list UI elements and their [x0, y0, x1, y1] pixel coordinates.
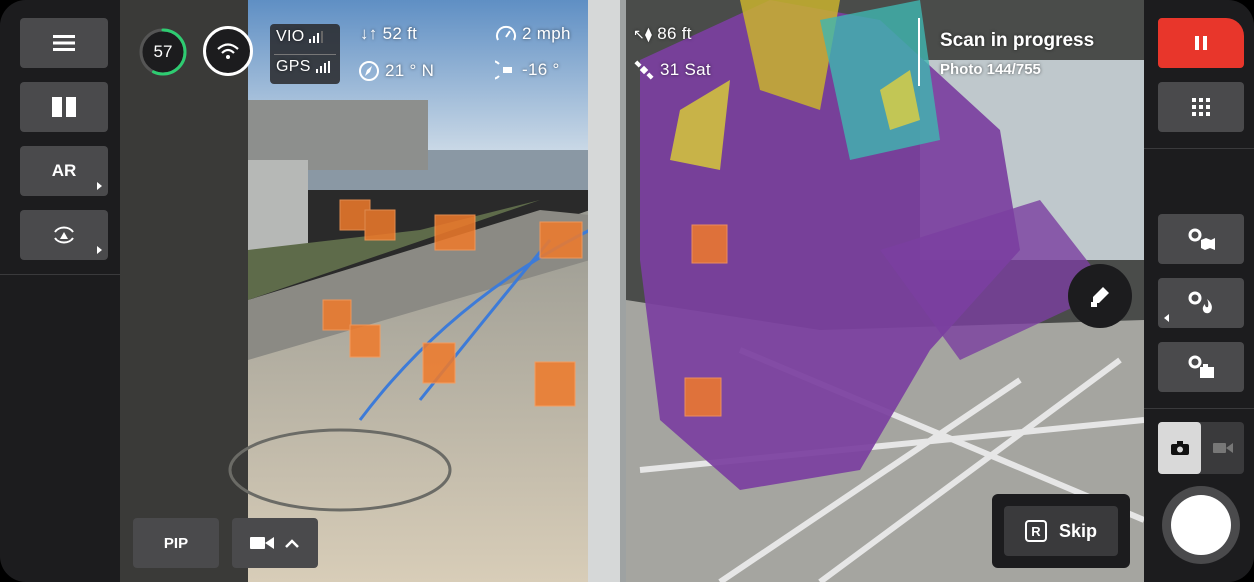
battery-indicator[interactable]: 57: [137, 26, 189, 78]
gear-camera-icon: [1188, 355, 1214, 378]
pip-label: PIP: [163, 534, 189, 552]
video-camera-icon: [1212, 443, 1233, 453]
ar-button[interactable]: AR: [20, 146, 108, 196]
split-view-icon: [52, 97, 76, 117]
hamburger-icon: [53, 35, 75, 51]
submenu-arrow-icon: [97, 246, 102, 254]
scan-status-title: Scan in progress: [940, 30, 1095, 51]
vio-status: VIO: [276, 28, 324, 46]
status-divider: [918, 18, 920, 86]
camera-view[interactable]: [120, 0, 1144, 582]
spotlight-button[interactable]: [1068, 264, 1132, 328]
distance-value: 86 ft: [657, 24, 692, 43]
drone-scan-app: AR 57 VIO GPS ↓↑ 52 ft 21 ° N 2 mph -16 …: [0, 0, 1254, 582]
obstacle-avoidance-icon: [54, 226, 74, 244]
camera-icon: [1170, 441, 1189, 455]
skip-panel: R Skip: [992, 494, 1130, 568]
left-sidebar: AR: [0, 0, 120, 582]
vio-label: VIO: [276, 28, 305, 45]
gps-status: GPS: [276, 58, 330, 76]
gps-label: GPS: [276, 58, 311, 75]
video-mode-button[interactable]: [1201, 422, 1244, 474]
submenu-arrow-icon: [97, 182, 102, 190]
shutter-button[interactable]: [1162, 486, 1240, 564]
satellite-readout: 31 Sat: [633, 60, 711, 80]
split-view-button[interactable]: [20, 82, 108, 132]
menu-button[interactable]: [20, 18, 108, 68]
divider: [274, 54, 336, 55]
video-camera-icon: [250, 537, 274, 549]
height-readout: ↓↑ 52 ft: [360, 24, 417, 44]
shutter-circle: [1171, 495, 1231, 555]
camera-settings-button[interactable]: [1158, 342, 1244, 392]
scan-photo-count: Photo 144/755: [940, 61, 1041, 78]
speed-value: 2 mph: [522, 24, 571, 43]
height-arrows-icon: ↓↑: [360, 24, 378, 43]
skip-label: Skip: [1058, 520, 1097, 541]
video-feed-button[interactable]: [232, 518, 318, 568]
signal-bars-icon: [309, 31, 324, 43]
photo-mode-button[interactable]: [1158, 422, 1201, 474]
heading-value: 21 ° N: [385, 61, 435, 80]
divider: [1144, 148, 1254, 149]
map-settings-button[interactable]: [1158, 214, 1244, 264]
gimbal-tilt-readout: -16 °: [495, 60, 560, 80]
gimbal-icon: [495, 60, 512, 80]
submenu-arrow-icon: [1164, 314, 1169, 322]
tilt-value: -16 °: [522, 60, 560, 79]
heading-readout: 21 ° N: [358, 60, 434, 82]
satellite-icon: [634, 60, 654, 80]
skip-button[interactable]: R Skip: [1004, 506, 1118, 556]
skip-key-badge: R: [1024, 520, 1047, 542]
pause-scan-button[interactable]: [1158, 18, 1244, 68]
positioning-status[interactable]: VIO GPS: [270, 24, 340, 84]
speedometer-icon: [496, 25, 516, 41]
height-value: 52 ft: [382, 24, 418, 43]
gear-flame-icon: [1188, 291, 1212, 314]
right-sidebar: [1144, 0, 1254, 582]
battery-percent: 57: [153, 42, 173, 61]
capture-mode-toggle: [1158, 422, 1244, 474]
ar-label: AR: [51, 161, 77, 180]
fire-settings-button[interactable]: [1158, 278, 1244, 328]
compass-icon: [359, 61, 379, 81]
speed-readout: 2 mph: [495, 24, 571, 44]
divider: [0, 274, 120, 275]
satellite-count: 31 Sat: [660, 60, 711, 79]
signal-bars-icon: [315, 61, 330, 73]
flashlight-icon: [1091, 287, 1109, 307]
scene-image: [120, 0, 1144, 582]
distance-icon: ↖⧫: [633, 25, 653, 42]
chevron-up-icon: [285, 539, 299, 548]
grid-icon: [1192, 98, 1210, 116]
connection-button[interactable]: [203, 26, 253, 76]
distance-readout: ↖⧫ 86 ft: [633, 24, 692, 44]
obstacle-avoidance-button[interactable]: [20, 210, 108, 260]
pip-button[interactable]: PIP: [133, 518, 219, 568]
grid-menu-button[interactable]: [1158, 82, 1244, 132]
wifi-icon: [217, 43, 239, 59]
divider: [1144, 408, 1254, 409]
pause-icon: [1195, 36, 1207, 50]
gear-map-icon: [1188, 228, 1215, 250]
